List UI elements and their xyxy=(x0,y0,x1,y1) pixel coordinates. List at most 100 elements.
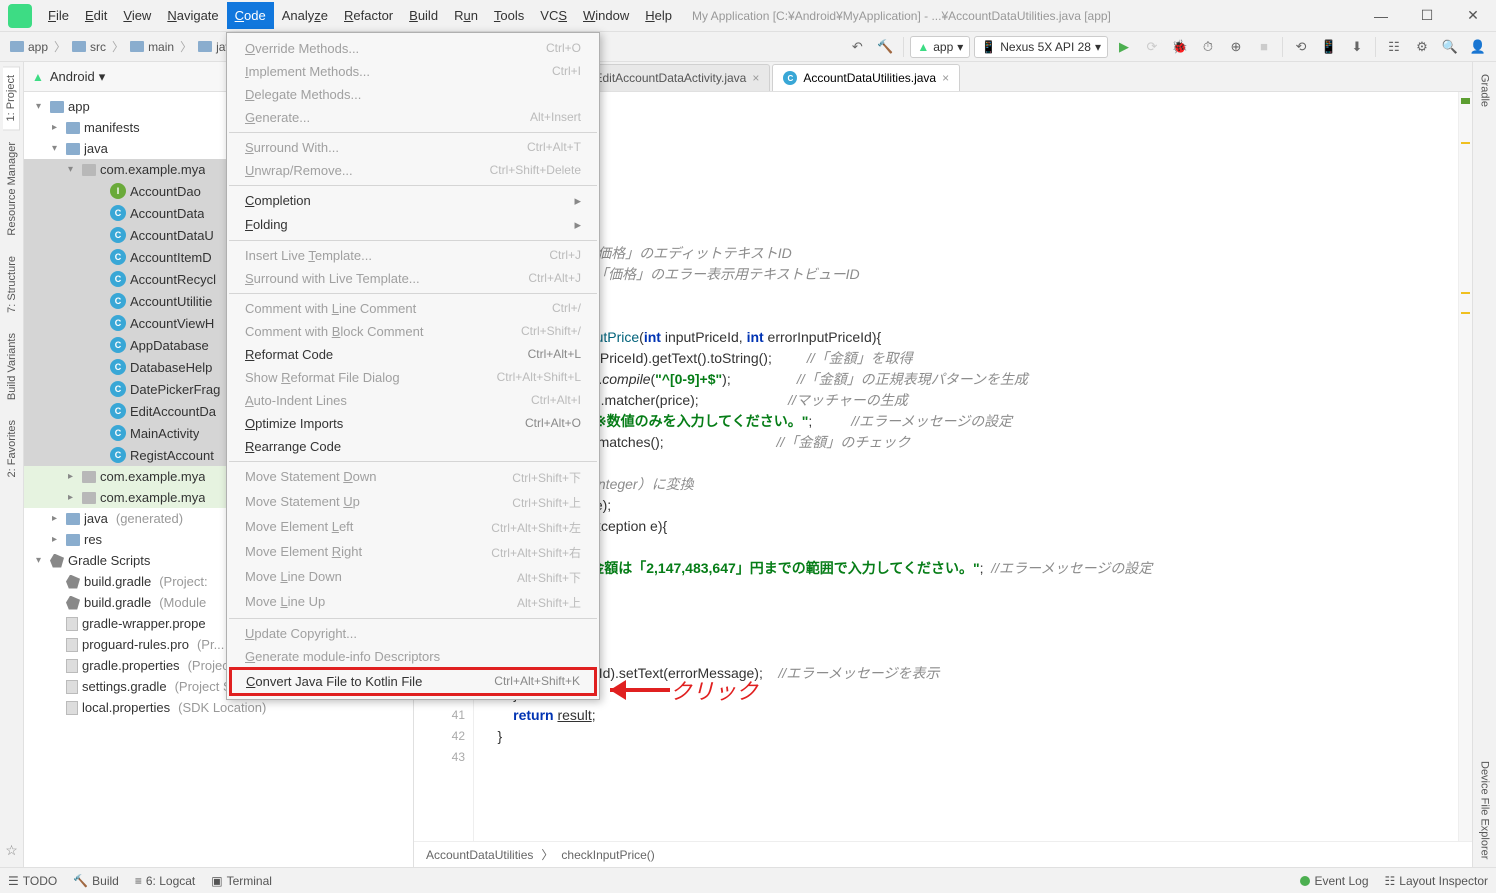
apply-changes-icon[interactable]: ⟳ xyxy=(1140,35,1164,59)
avd-icon[interactable]: 📱 xyxy=(1317,35,1341,59)
crumb-app[interactable]: app xyxy=(6,38,52,56)
tree-label: AccountViewH xyxy=(130,316,214,331)
menu-analyze[interactable]: Analyze xyxy=(274,2,336,29)
crumb-src[interactable]: src xyxy=(68,38,110,56)
tree-label: com.example.mya xyxy=(100,162,205,177)
left-sidetabs: 1: Project Resource Manager 7: Structure… xyxy=(0,62,24,867)
menu-help[interactable]: Help xyxy=(637,2,680,29)
sb-event-log[interactable]: Event Log xyxy=(1300,874,1368,888)
menu-vcs[interactable]: VCS xyxy=(532,2,575,29)
menu-build[interactable]: Build xyxy=(401,2,446,29)
sidetab-structure[interactable]: 7: Structure xyxy=(4,248,20,321)
crumb-main[interactable]: main xyxy=(126,38,178,56)
bc-class[interactable]: AccountDataUtilities xyxy=(426,848,533,862)
close-button[interactable]: ✕ xyxy=(1450,0,1496,32)
menu-item[interactable]: Rearrange Code xyxy=(227,435,599,458)
sb-terminal[interactable]: ▣ Terminal xyxy=(211,874,272,888)
project-view-selector[interactable]: Android ▾ xyxy=(50,69,105,85)
menu-item[interactable]: Convert Java File to Kotlin FileCtrl+Alt… xyxy=(229,667,597,696)
sidetab-resource-manager[interactable]: Resource Manager xyxy=(4,134,20,244)
folder-icon xyxy=(66,534,80,546)
sidetab-build-variants[interactable]: Build Variants xyxy=(4,325,20,408)
tree-label: AccountDao xyxy=(130,184,201,199)
tree-label: build.gradle xyxy=(84,574,151,589)
menu-item[interactable]: Folding xyxy=(227,213,599,237)
menu-window[interactable]: Window xyxy=(575,2,637,29)
annotation-text: クリック xyxy=(670,674,758,706)
tree-label: java xyxy=(84,141,108,156)
maximize-button[interactable]: ☐ xyxy=(1404,0,1450,32)
menubar: File Edit View Navigate Code Analyze Ref… xyxy=(40,2,680,29)
app-icon xyxy=(8,4,32,28)
tree-label: DatePickerFrag xyxy=(130,382,220,397)
sb-logcat[interactable]: ≡ 6: Logcat xyxy=(135,874,195,888)
menu-item: Move Element LeftCtrl+Alt+Shift+左 xyxy=(227,515,599,540)
folder-icon xyxy=(66,513,80,525)
sidetab-project[interactable]: 1: Project xyxy=(3,66,20,130)
device-selector[interactable]: 📱 Nexus 5X API 28 ▾ xyxy=(974,36,1108,58)
menu-item[interactable]: Optimize ImportsCtrl+Alt+O xyxy=(227,412,599,435)
back-icon[interactable]: ↶ xyxy=(845,35,869,59)
settings-icon[interactable]: ⚙ xyxy=(1410,35,1434,59)
menu-run[interactable]: Run xyxy=(446,2,486,29)
close-icon[interactable]: × xyxy=(942,71,949,85)
search-icon[interactable]: 🔍 xyxy=(1438,35,1462,59)
menu-item: Comment with Line CommentCtrl+/ xyxy=(227,297,599,320)
package-icon xyxy=(82,492,96,504)
bc-method[interactable]: checkInputPrice() xyxy=(561,848,654,862)
menu-tools[interactable]: Tools xyxy=(486,2,532,29)
class-icon: C xyxy=(110,205,126,221)
sb-todo[interactable]: ☰ TODO xyxy=(8,874,57,888)
menu-item: Show Reformat File DialogCtrl+Alt+Shift+… xyxy=(227,366,599,389)
android-icon: ▲ xyxy=(32,70,44,84)
class-icon: C xyxy=(110,381,126,397)
user-icon[interactable]: 👤 xyxy=(1466,35,1490,59)
debug-icon[interactable]: 🐞 xyxy=(1168,35,1192,59)
tree-label: build.gradle xyxy=(84,595,151,610)
tree-label: AccountRecycl xyxy=(130,272,216,287)
menu-view[interactable]: View xyxy=(115,2,159,29)
code-content[interactable]: turn false; true; のチェック inputPriceId 「価格… xyxy=(474,92,1458,841)
menu-item: Surround With...Ctrl+Alt+T xyxy=(227,136,599,159)
class-icon: C xyxy=(110,249,126,265)
menu-item[interactable]: Reformat CodeCtrl+Alt+L xyxy=(227,343,599,366)
minimize-button[interactable]: — xyxy=(1358,0,1404,32)
attach-icon[interactable]: ⊕ xyxy=(1224,35,1248,59)
sidetab-star-icon[interactable]: ☆ xyxy=(5,842,18,859)
nav-toolbar: app〉 src〉 main〉 java〉 ↶ 🔨 ▲app ▾ 📱 Nexus… xyxy=(0,32,1496,62)
profile-icon[interactable]: ⏱ xyxy=(1196,35,1220,59)
structure-icon[interactable]: ☷ xyxy=(1382,35,1406,59)
sync-icon[interactable]: ⟲ xyxy=(1289,35,1313,59)
scrollmap[interactable] xyxy=(1458,92,1472,841)
tab-accountdatautil[interactable]: CAccountDataUtilities.java× xyxy=(772,64,960,91)
folder-icon xyxy=(66,122,80,134)
menu-navigate[interactable]: Navigate xyxy=(159,2,226,29)
sidetab-favorites[interactable]: 2: Favorites xyxy=(4,412,20,485)
sb-layout-inspector[interactable]: ☷ Layout Inspector xyxy=(1385,874,1489,888)
menu-item[interactable]: Completion xyxy=(227,189,599,213)
sb-build[interactable]: 🔨 Build xyxy=(73,874,119,888)
run-config-selector[interactable]: ▲app ▾ xyxy=(910,36,970,58)
menu-item: Delegate Methods... xyxy=(227,83,599,106)
menu-refactor[interactable]: Refactor xyxy=(336,2,401,29)
tree-label: gradle.properties xyxy=(82,658,180,673)
sidetab-device-explorer[interactable]: Device File Explorer xyxy=(1477,753,1493,867)
menu-code[interactable]: Code xyxy=(227,2,274,29)
run-icon[interactable]: ▶ xyxy=(1112,35,1136,59)
tree-label: app xyxy=(68,99,90,114)
sidetab-gradle[interactable]: Gradle xyxy=(1477,66,1493,115)
menu-file[interactable]: File xyxy=(40,2,77,29)
tree-label: com.example.mya xyxy=(100,490,205,505)
make-icon[interactable]: 🔨 xyxy=(873,35,897,59)
stop-icon[interactable]: ■ xyxy=(1252,35,1276,59)
file-icon xyxy=(66,617,78,631)
sdk-icon[interactable]: ⬇ xyxy=(1345,35,1369,59)
file-icon xyxy=(66,701,78,715)
tree-item[interactable]: local.properties(SDK Location) xyxy=(24,697,413,718)
menu-edit[interactable]: Edit xyxy=(77,2,115,29)
file-icon xyxy=(66,680,78,694)
tree-label: Gradle Scripts xyxy=(68,553,150,568)
close-icon[interactable]: × xyxy=(752,71,759,85)
breadcrumb: app〉 src〉 main〉 java〉 xyxy=(6,38,256,56)
menu-item: Move Line UpAlt+Shift+上 xyxy=(227,590,599,615)
